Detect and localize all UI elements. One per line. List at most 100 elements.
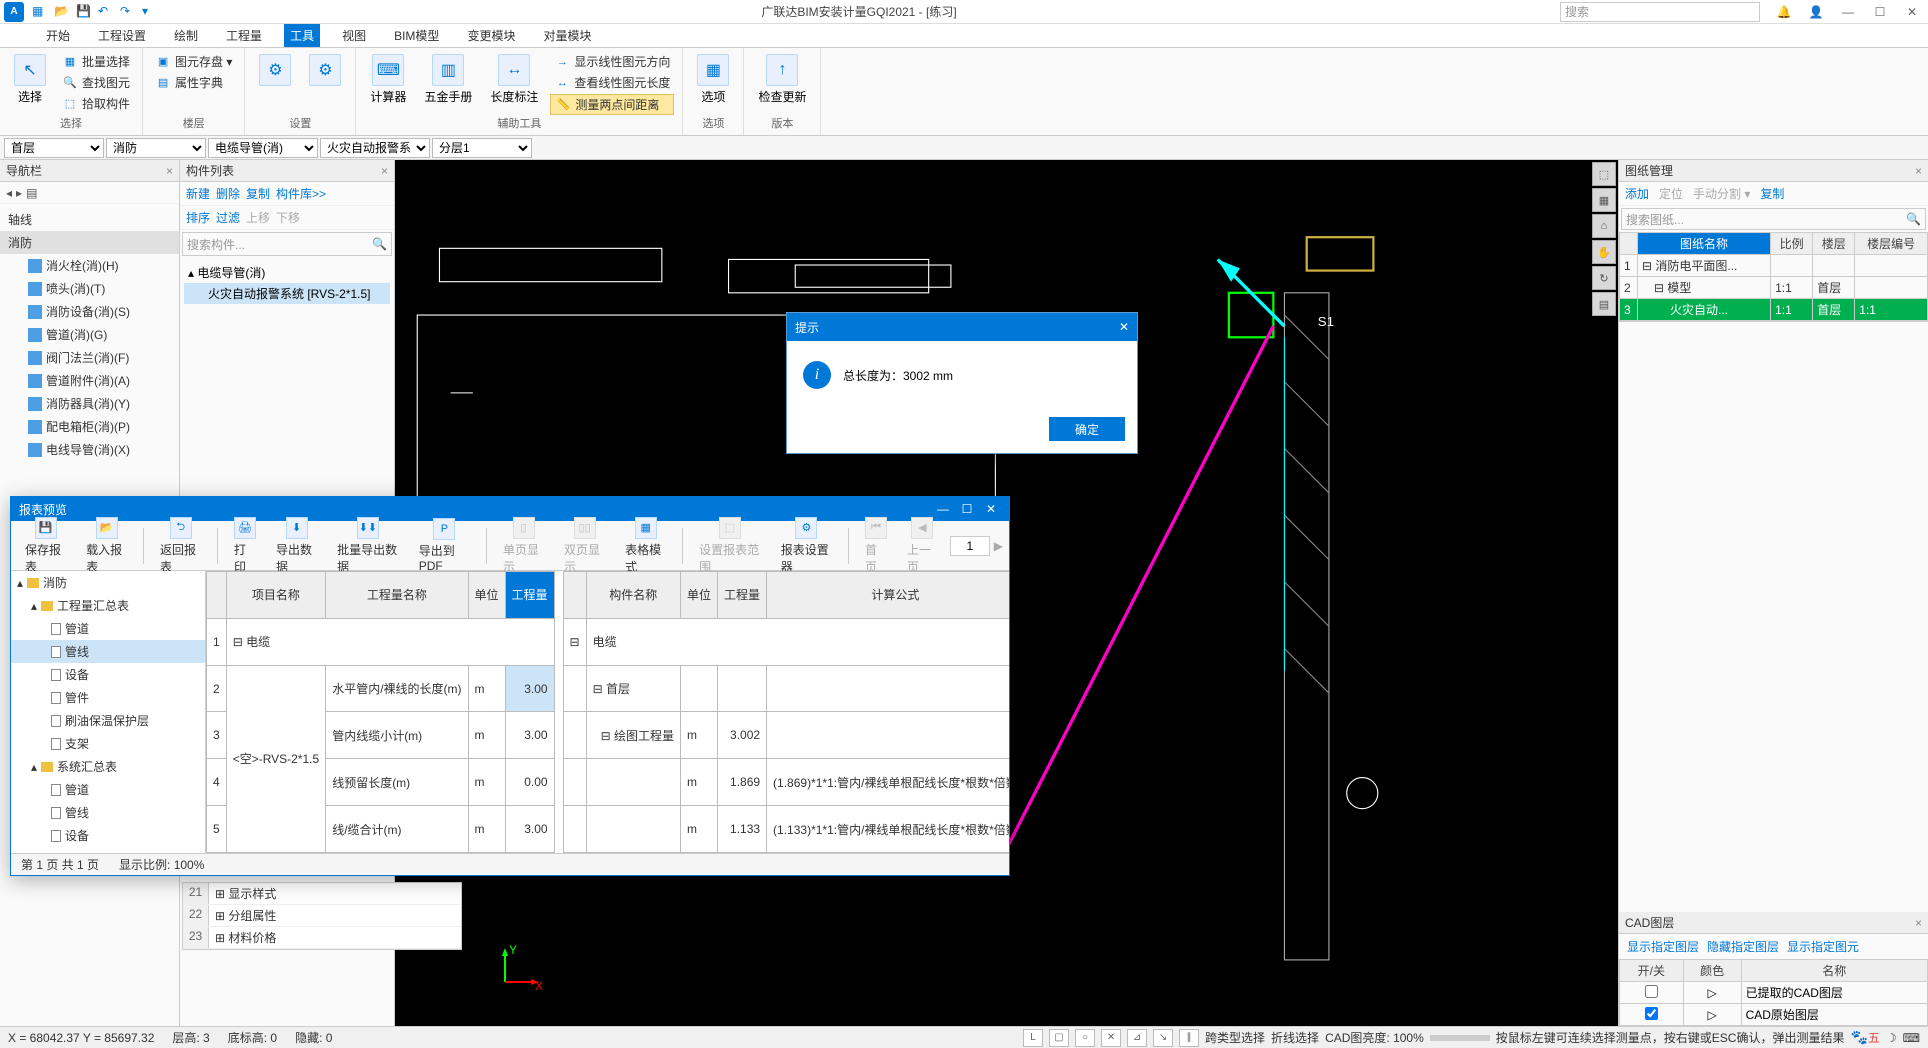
settings-gear1-button[interactable]: ⚙ [253, 52, 297, 88]
maximize-button[interactable]: ☐ [1868, 5, 1892, 19]
close-button[interactable]: ✕ [1900, 5, 1924, 19]
property-row[interactable]: 21⊞ 显示样式 [183, 883, 461, 905]
qat-new-icon[interactable]: ▦ [32, 4, 48, 20]
dialog-title-bar[interactable]: 提示 ✕ [787, 313, 1137, 341]
nav-item[interactable]: 消防设备(消)(S) [0, 300, 179, 323]
component-type-select[interactable]: 电缆导管(消) [208, 138, 318, 158]
tab-tools[interactable]: 工具 [284, 24, 320, 47]
view-home-icon[interactable]: ⌂ [1592, 214, 1616, 238]
view-pan-icon[interactable]: ✋ [1592, 240, 1616, 264]
settings-gear2-button[interactable]: ⚙ [303, 52, 347, 88]
report-single-page-button[interactable]: ▯单页显示 [495, 515, 552, 577]
drawing-row[interactable]: 2⊟ 模型1:1首层 [1620, 277, 1928, 299]
nav-item[interactable]: 喷头(消)(T) [0, 277, 179, 300]
col-floor[interactable]: 楼层 [1813, 233, 1855, 255]
report-page-input[interactable] [950, 536, 990, 556]
col-floor-no[interactable]: 楼层编号 [1855, 233, 1928, 255]
nav-item[interactable]: 管道附件(消)(A) [0, 369, 179, 392]
tab-project-settings[interactable]: 工程设置 [92, 24, 152, 47]
right-formula-table[interactable]: 构件名称单位工程量计算公式 ⊟电缆 ⊟ 首层 ⊟ 绘图工程量m3.002 m1.… [563, 571, 1009, 853]
comp-up-button[interactable]: 上移 [246, 209, 270, 226]
report-tree-node[interactable]: 管件 [11, 686, 205, 709]
comp-lib-button[interactable]: 构件库>> [276, 185, 326, 202]
notify-icon[interactable]: 🔔 [1772, 5, 1796, 19]
view-3d-icon[interactable]: ⬚ [1592, 162, 1616, 186]
nav-item[interactable]: 配电箱柜(消)(P) [0, 415, 179, 438]
report-tree-node[interactable]: 管道 [11, 778, 205, 801]
report-tree-node[interactable]: 管道 [11, 617, 205, 640]
report-tree-node-selected[interactable]: 管线 [11, 640, 205, 663]
qat-undo-icon[interactable]: ↶ [98, 4, 114, 20]
cross-type-select-button[interactable]: 跨类型选择 [1205, 1029, 1265, 1046]
comp-down-button[interactable]: 下移 [276, 209, 300, 226]
user-icon[interactable]: 👤 [1804, 5, 1828, 19]
snap-mid-icon[interactable]: ▢ [1049, 1029, 1069, 1047]
report-prev-page-button[interactable]: ◀上一页 [899, 515, 946, 577]
qat-redo-icon[interactable]: ↷ [120, 4, 136, 20]
floor-select[interactable]: 首层 [4, 138, 104, 158]
col-drawing-name[interactable]: 图纸名称 [1638, 233, 1771, 255]
find-element-button[interactable]: 🔍查找图元 [58, 73, 134, 92]
nav-category-axis[interactable]: 轴线 [0, 208, 179, 231]
nav-category-fire[interactable]: 消防 [0, 231, 179, 254]
view-rotate-icon[interactable]: ↻ [1592, 266, 1616, 290]
dialog-close-icon[interactable]: ✕ [1119, 320, 1129, 334]
snap-center-icon[interactable]: ○ [1075, 1029, 1095, 1047]
report-first-page-button[interactable]: ⏮首页 [857, 515, 895, 577]
report-export-button[interactable]: ⬇导出数据 [268, 515, 325, 577]
show-length-button[interactable]: ↔查看线性图元长度 [550, 73, 674, 92]
snap-perp-icon[interactable]: ⊿ [1127, 1029, 1147, 1047]
report-set-range-button[interactable]: ⬚设置报表范围 [691, 515, 769, 577]
report-next-icon[interactable]: ▶ [994, 539, 1003, 553]
cad-brightness-label[interactable]: CAD图亮度: 100% [1325, 1029, 1424, 1046]
calculator-button[interactable]: ⌨计算器 [364, 52, 412, 107]
report-tree-node[interactable]: 刷油保温保护层 [11, 709, 205, 732]
property-row[interactable]: 22⊞ 分组属性 [183, 905, 461, 927]
batch-select-button[interactable]: ▦批量选择 [58, 52, 134, 71]
comp-filter-button[interactable]: 过滤 [216, 209, 240, 226]
minimize-button[interactable]: — [1836, 5, 1860, 19]
nav-list-icon[interactable]: ▤ [26, 186, 37, 200]
comp-delete-button[interactable]: 删除 [216, 185, 240, 202]
property-row[interactable]: 23⊞ 材料价格 [183, 927, 461, 949]
layer-select[interactable]: 分层1 [432, 138, 532, 158]
check-update-button[interactable]: ↑检查更新 [752, 52, 812, 107]
report-tree-node[interactable]: 设备 [11, 663, 205, 686]
show-layer-link[interactable]: 显示指定图层 [1627, 938, 1699, 955]
report-tree-node[interactable]: 设备 [11, 824, 205, 847]
drawing-locate-button[interactable]: 定位 [1659, 185, 1683, 202]
comp-new-button[interactable]: 新建 [186, 185, 210, 202]
report-double-page-button[interactable]: ▯▯双页显示 [556, 515, 613, 577]
report-load-button[interactable]: 📂载入报表 [78, 515, 135, 577]
report-tree-node[interactable]: 管线 [11, 801, 205, 824]
tab-bim[interactable]: BIM模型 [388, 24, 445, 47]
col-scale[interactable]: 比例 [1771, 233, 1813, 255]
qat-open-icon[interactable]: 📂 [54, 4, 70, 20]
select-button[interactable]: ↖ 选择 [8, 52, 52, 107]
report-max-button[interactable]: ☐ [957, 502, 977, 516]
nav-item[interactable]: 阀门法兰(消)(F) [0, 346, 179, 369]
subsystem-select[interactable]: 火灾自动报警系 ▾ [320, 138, 430, 158]
cad-layer-row[interactable]: ▷已提取的CAD图层 [1620, 982, 1928, 1004]
report-tree-node[interactable]: ▴ 消防 [11, 571, 205, 594]
cad-layer-close-icon[interactable]: × [1915, 916, 1922, 930]
left-quantity-table[interactable]: 项目名称工程量名称单位工程量 1⊟ 电缆 2<空>-RVS-2*1.5水平管内/… [206, 571, 555, 853]
nav-item[interactable]: 管道(消)(G) [0, 323, 179, 346]
comp-root-node[interactable]: ▴ 电缆导管(消) [184, 262, 390, 283]
show-direction-button[interactable]: →显示线性图元方向 [550, 52, 674, 71]
view-layers-icon[interactable]: ▤ [1592, 292, 1616, 316]
drawing-mgr-close-icon[interactable]: × [1915, 164, 1922, 178]
tab-view[interactable]: 视图 [336, 24, 372, 47]
report-export-pdf-button[interactable]: P导出到PDF [411, 516, 478, 575]
nav-close-icon[interactable]: × [166, 164, 173, 178]
drawing-split-button[interactable]: 手动分割 ▾ [1693, 185, 1750, 202]
options-button[interactable]: ▦选项 [691, 52, 735, 107]
report-settings-button[interactable]: ⚙报表设置器 [773, 515, 840, 577]
report-tree-node[interactable]: ▴ 系统汇总表 [11, 755, 205, 778]
qat-save-icon[interactable]: 💾 [76, 4, 92, 20]
report-tree-node[interactable]: 支架 [11, 732, 205, 755]
nav-item[interactable]: 消防器具(消)(Y) [0, 392, 179, 415]
tab-quantity[interactable]: 工程量 [220, 24, 268, 47]
report-batch-export-button[interactable]: ⬇⬇批量导出数据 [329, 515, 407, 577]
comp-sort-button[interactable]: 排序 [186, 209, 210, 226]
